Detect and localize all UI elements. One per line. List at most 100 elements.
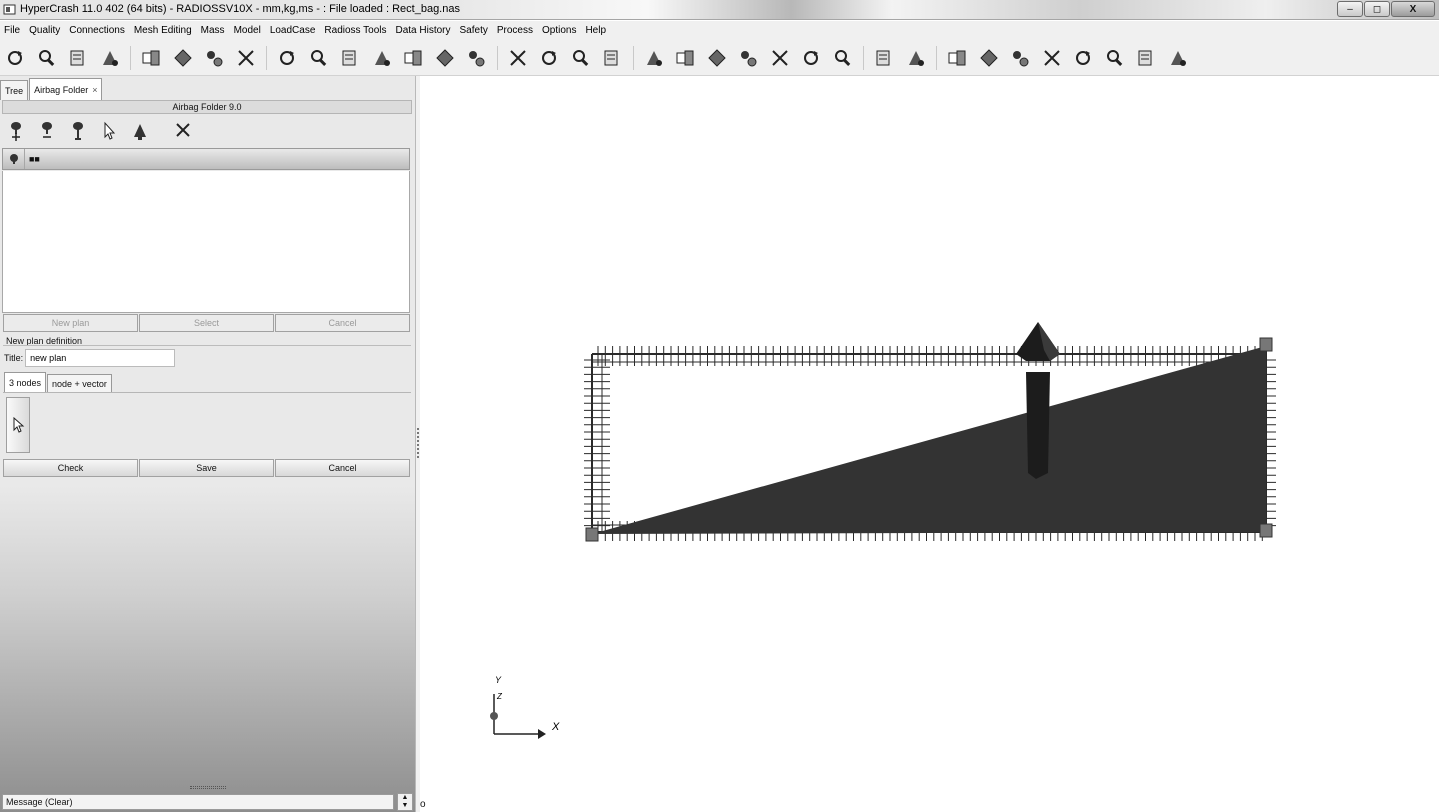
menu-quality[interactable]: Quality bbox=[29, 25, 60, 36]
airbag-fold-icon[interactable] bbox=[674, 46, 696, 70]
airbag-remove-icon[interactable] bbox=[37, 120, 57, 142]
window-title: HyperCrash 11.0 402 (64 bits) - RADIOSSV… bbox=[20, 3, 460, 15]
tab-node-vector[interactable]: node + vector bbox=[47, 374, 112, 392]
plan-list[interactable] bbox=[2, 171, 410, 313]
model-canvas[interactable]: X Y Z bbox=[420, 76, 1439, 812]
x-axis-arrowhead bbox=[538, 729, 546, 739]
data-history-icon[interactable] bbox=[873, 46, 895, 70]
spotweld-icon[interactable] bbox=[339, 46, 361, 70]
zoom-icon[interactable] bbox=[36, 46, 58, 70]
menu-file[interactable]: File bbox=[4, 25, 20, 36]
menu-help[interactable]: Help bbox=[585, 25, 606, 36]
spin-down-icon[interactable]: ▼ bbox=[398, 802, 412, 810]
menu-options[interactable]: Options bbox=[542, 25, 576, 36]
bolt-icon[interactable] bbox=[402, 46, 424, 70]
solid-icon[interactable] bbox=[570, 46, 592, 70]
menu-model[interactable]: Model bbox=[234, 25, 261, 36]
dummy-icon[interactable] bbox=[737, 46, 759, 70]
save-button[interactable]: Save bbox=[139, 459, 274, 477]
check-button[interactable]: Check bbox=[3, 459, 138, 477]
airbag-icon[interactable] bbox=[643, 46, 665, 70]
rotate-tool-icon[interactable] bbox=[1041, 46, 1063, 70]
message-spinner[interactable]: ▲ ▼ bbox=[397, 793, 413, 811]
title-row: Title: bbox=[4, 349, 176, 367]
minimize-button[interactable]: ‒ bbox=[1337, 1, 1363, 17]
sensor-icon[interactable] bbox=[832, 46, 854, 70]
rivet-icon[interactable] bbox=[371, 46, 393, 70]
close-button[interactable]: X bbox=[1391, 1, 1435, 17]
menu-process[interactable]: Process bbox=[497, 25, 533, 36]
cube-grid-icon[interactable] bbox=[538, 46, 560, 70]
panel-grip[interactable] bbox=[190, 786, 226, 789]
connector-icon[interactable] bbox=[276, 46, 298, 70]
tab-3-nodes[interactable]: 3 nodes bbox=[4, 372, 47, 392]
menu-data-history[interactable]: Data History bbox=[395, 25, 450, 36]
pick-nodes-button[interactable] bbox=[6, 397, 30, 453]
hem-icon[interactable] bbox=[465, 46, 487, 70]
menu-safety[interactable]: Safety bbox=[460, 25, 488, 36]
cancel-plan-button[interactable]: Cancel bbox=[275, 314, 410, 332]
align-tool-icon[interactable] bbox=[1104, 46, 1126, 70]
3d-viewport[interactable]: X Y Z bbox=[420, 76, 1439, 812]
node-pick-icon[interactable] bbox=[99, 46, 121, 70]
spin-up-icon[interactable]: ▲ bbox=[398, 794, 412, 802]
refresh-icon[interactable] bbox=[4, 46, 26, 70]
airbag-fill-triangle bbox=[592, 346, 1266, 534]
message-bar: Message (Clear) ▲ ▼ bbox=[0, 792, 416, 812]
airbag-column-icon[interactable] bbox=[3, 149, 25, 169]
bell-icon[interactable] bbox=[130, 120, 150, 142]
mesh-split-icon[interactable] bbox=[140, 46, 162, 70]
barrier-icon[interactable] bbox=[769, 46, 791, 70]
menu-mass[interactable]: Mass bbox=[201, 25, 225, 36]
menu-mesh-editing[interactable]: Mesh Editing bbox=[134, 25, 192, 36]
cube-icon[interactable] bbox=[507, 46, 529, 70]
seatbelt-icon[interactable] bbox=[706, 46, 728, 70]
tab-label: Airbag Folder bbox=[34, 84, 89, 95]
airbag-info-icon[interactable] bbox=[68, 120, 88, 142]
title-input[interactable] bbox=[25, 349, 176, 367]
new-plan-button[interactable]: New plan bbox=[3, 314, 138, 332]
translate-tool-icon[interactable] bbox=[1009, 46, 1031, 70]
line-tool-icon[interactable] bbox=[1135, 46, 1157, 70]
axis-triad: X Y Z bbox=[490, 675, 560, 739]
mesh-merge-icon[interactable] bbox=[172, 46, 194, 70]
splitter-handle[interactable] bbox=[417, 428, 419, 458]
node-marker[interactable] bbox=[585, 527, 599, 542]
element-tool-icon[interactable] bbox=[978, 46, 1000, 70]
app-logo-icon bbox=[3, 4, 16, 15]
window-controls: ‒ ◻ X bbox=[1336, 1, 1435, 17]
rotate-view-icon[interactable] bbox=[1167, 46, 1189, 70]
weld-icon[interactable] bbox=[308, 46, 330, 70]
select-arrow-icon[interactable] bbox=[99, 120, 119, 142]
close-icon[interactable] bbox=[173, 120, 193, 142]
plan-list-header: ■■ bbox=[2, 148, 410, 170]
plan-list-column[interactable]: ■■ bbox=[25, 154, 40, 164]
impactor-icon[interactable] bbox=[800, 46, 822, 70]
node-marker[interactable] bbox=[1259, 523, 1273, 538]
airbag-folder-header: Airbag Folder 9.0 bbox=[2, 100, 412, 114]
menu-loadcase[interactable]: LoadCase bbox=[270, 25, 316, 36]
title-label: Title: bbox=[4, 353, 24, 363]
process-icon[interactable] bbox=[905, 46, 927, 70]
toolbar-separator bbox=[496, 45, 498, 70]
move-tool-icon[interactable] bbox=[1072, 46, 1094, 70]
status-indicator: o bbox=[420, 799, 426, 810]
message-field[interactable]: Message (Clear) bbox=[2, 794, 394, 810]
mesh-refine-icon[interactable] bbox=[203, 46, 225, 70]
airbag-add-icon[interactable] bbox=[6, 120, 26, 142]
tab-airbag-folder[interactable]: Airbag Folder × bbox=[29, 78, 103, 100]
tab-close-icon[interactable]: × bbox=[92, 85, 97, 95]
cancel-button[interactable]: Cancel bbox=[275, 459, 410, 477]
node-marker[interactable] bbox=[1259, 337, 1273, 352]
tab-tree[interactable]: Tree bbox=[0, 80, 29, 100]
menu-radioss-tools[interactable]: Radioss Tools bbox=[324, 25, 386, 36]
solid-mesh-icon[interactable] bbox=[601, 46, 623, 70]
plan-button-row: New plan Select Cancel bbox=[3, 314, 411, 332]
mesh-copy-icon[interactable] bbox=[235, 46, 257, 70]
menu-connections[interactable]: Connections bbox=[69, 25, 125, 36]
quality-check-icon[interactable] bbox=[67, 46, 89, 70]
select-button[interactable]: Select bbox=[139, 314, 274, 332]
adhesive-icon[interactable] bbox=[434, 46, 456, 70]
node-tool-icon[interactable] bbox=[946, 46, 968, 70]
maximize-button[interactable]: ◻ bbox=[1364, 1, 1390, 17]
